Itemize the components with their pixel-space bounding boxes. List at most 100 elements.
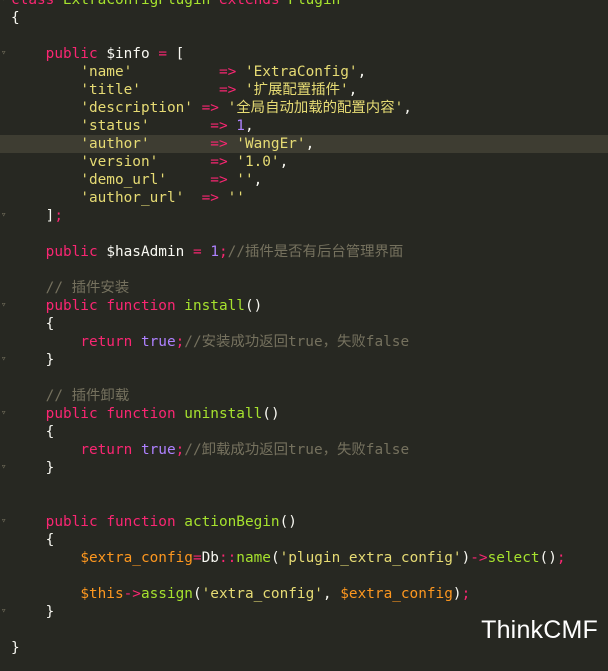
- code-editor[interactable]: ▿class ExtraConfigPlugin extends Plugin{…: [0, 0, 608, 671]
- fold-marker-icon[interactable]: ▿: [1, 211, 7, 220]
- code-token: (): [539, 550, 557, 566]
- code-line[interactable]: return true;//卸载成功返回true，失败false: [0, 441, 608, 459]
- fold-marker-icon[interactable]: ▿: [1, 463, 7, 472]
- code-token: function: [106, 298, 176, 314]
- code-line[interactable]: 'author_url' => '': [0, 189, 608, 207]
- code-line[interactable]: 'title' => '扩展配置插件',: [0, 81, 608, 99]
- code-line[interactable]: $this->assign('extra_config', $extra_con…: [0, 585, 608, 603]
- code-line[interactable]: 'status' => 1,: [0, 117, 608, 135]
- fold-marker-icon[interactable]: ▿: [1, 49, 7, 58]
- code-line[interactable]: [0, 477, 608, 495]
- fold-marker-icon[interactable]: ▿: [1, 409, 7, 418]
- code-text: 'author_url' => '': [11, 189, 245, 207]
- code-token: }: [11, 604, 55, 620]
- code-line[interactable]: ▿ }: [0, 459, 608, 477]
- code-token: ;: [461, 586, 471, 602]
- code-token: ;: [54, 208, 63, 224]
- code-token: ;: [218, 244, 228, 260]
- code-text: $extra_config=Db::name('plugin_extra_con…: [11, 549, 565, 567]
- code-line[interactable]: // 插件卸载: [0, 387, 608, 405]
- code-line[interactable]: $extra_config=Db::name('plugin_extra_con…: [0, 549, 608, 567]
- code-line[interactable]: [0, 225, 608, 243]
- code-line[interactable]: ▿ ];: [0, 207, 608, 225]
- code-line[interactable]: ▿ public function install(): [0, 297, 608, 315]
- fold-marker-icon[interactable]: ▿: [1, 607, 7, 616]
- code-token: 1: [236, 118, 245, 134]
- code-line[interactable]: 'name' => 'ExtraConfig',: [0, 63, 608, 81]
- code-line[interactable]: [0, 495, 608, 513]
- code-line[interactable]: 'version' => '1.0',: [0, 153, 608, 171]
- code-text: 'description' => '全局自动加载的配置内容',: [11, 99, 412, 117]
- code-token: ,: [322, 586, 341, 602]
- code-token: '1.0': [236, 154, 280, 170]
- code-token: 'title': [80, 82, 141, 98]
- code-token: 'author_url': [80, 190, 185, 206]
- code-token: '全局自动加载的配置内容': [227, 100, 404, 116]
- code-text: return true;//安装成功返回true，失败false: [11, 333, 409, 351]
- code-token: =>: [218, 64, 237, 80]
- code-line[interactable]: ▿ public function uninstall(): [0, 405, 608, 423]
- code-line[interactable]: {: [0, 531, 608, 549]
- fold-marker-icon[interactable]: ▿: [1, 301, 7, 310]
- code-line[interactable]: {: [0, 315, 608, 333]
- code-text: class ExtraConfigPlugin extends Plugin: [11, 0, 340, 9]
- code-text: // 插件安装: [11, 279, 130, 297]
- code-line[interactable]: [0, 369, 608, 387]
- code-line[interactable]: ▿ public $info = [: [0, 45, 608, 63]
- code-token: }: [11, 460, 55, 476]
- code-token: '扩展配置插件': [244, 82, 349, 98]
- code-line[interactable]: ▿ public function actionBegin(): [0, 513, 608, 531]
- code-token: ]: [11, 208, 55, 224]
- code-token: '': [236, 172, 254, 188]
- code-text: }: [11, 639, 20, 657]
- code-line[interactable]: 'author' => 'WangEr',: [0, 135, 608, 153]
- code-text: {: [11, 9, 20, 27]
- code-token: true: [140, 334, 176, 350]
- code-token: $info: [106, 46, 150, 62]
- fold-marker-icon[interactable]: ▿: [1, 355, 7, 364]
- code-line[interactable]: {: [0, 423, 608, 441]
- code-line[interactable]: ▿ class ExtraConfigPlugin extends Plugin: [0, 0, 608, 9]
- code-token: 'plugin_extra_config': [279, 550, 462, 566]
- code-line[interactable]: 'description' => '全局自动加载的配置内容',: [0, 99, 608, 117]
- code-token: ,: [403, 100, 412, 116]
- code-line[interactable]: [0, 27, 608, 45]
- code-line[interactable]: // 插件安装: [0, 279, 608, 297]
- code-token: }: [11, 640, 20, 656]
- code-line[interactable]: [0, 567, 608, 585]
- code-token: =>: [201, 190, 219, 206]
- code-line[interactable]: 'demo_url' => '',: [0, 171, 608, 189]
- code-token: ,: [253, 172, 263, 188]
- code-line[interactable]: return true;//安装成功返回true，失败false: [0, 333, 608, 351]
- code-line[interactable]: {: [0, 9, 608, 27]
- code-line[interactable]: public $hasAdmin = 1;//插件是否有后台管理界面: [0, 243, 608, 261]
- code-token: '': [227, 190, 245, 206]
- code-token: class: [11, 0, 55, 8]
- fold-marker-icon[interactable]: ▿: [1, 517, 7, 526]
- fold-marker-icon[interactable]: ▿: [1, 0, 7, 4]
- code-text: public function actionBegin(): [11, 513, 297, 531]
- code-token: ,: [305, 136, 315, 152]
- code-token: =>: [210, 172, 228, 188]
- code-line[interactable]: [0, 261, 608, 279]
- code-line[interactable]: ▿ }: [0, 351, 608, 369]
- code-token: return: [80, 442, 133, 458]
